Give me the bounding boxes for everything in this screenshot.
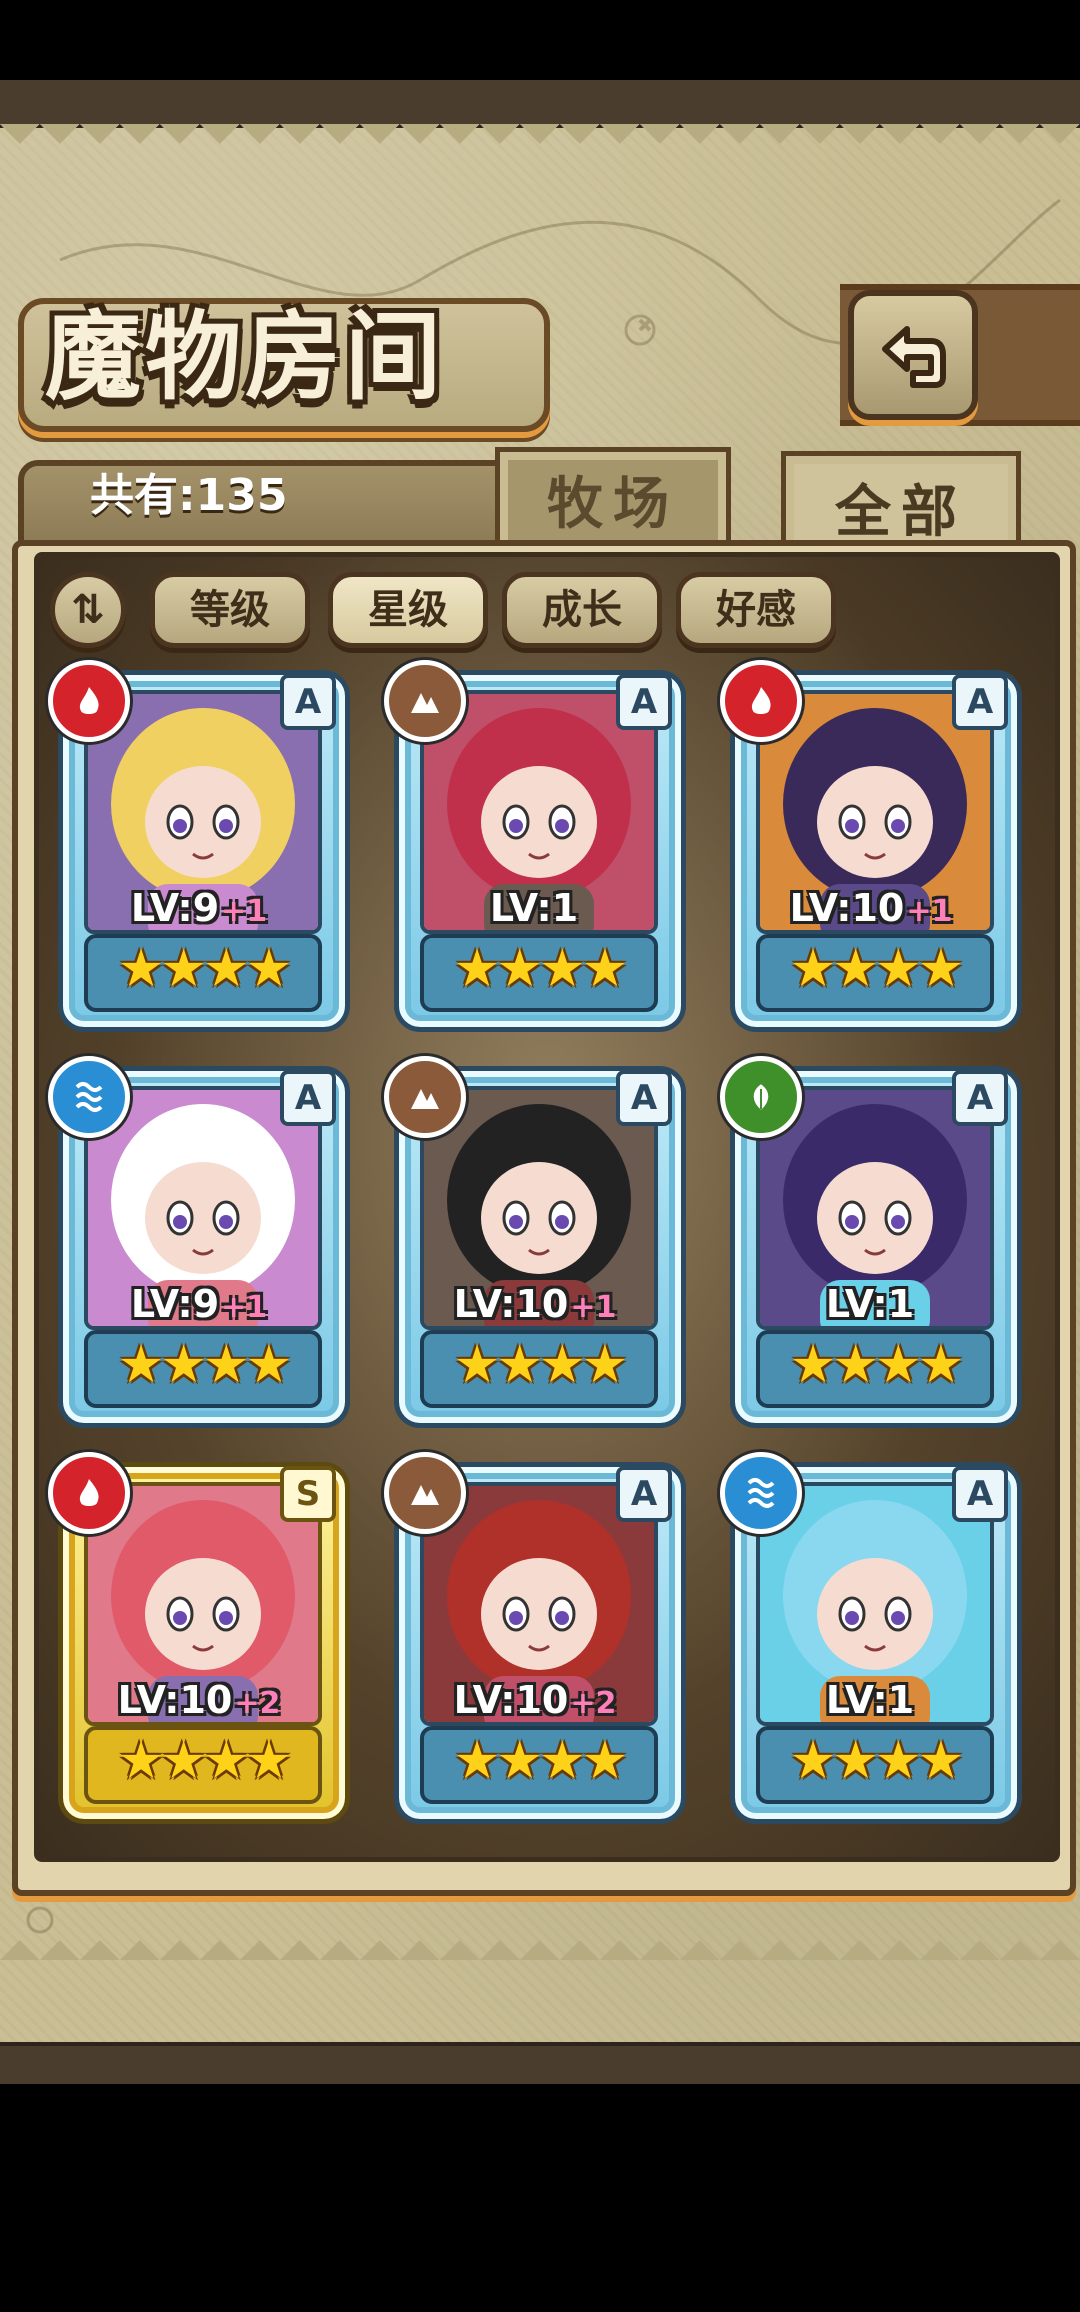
level-value: LV:1 — [825, 1678, 915, 1722]
monster-level: LV:1 — [756, 1282, 986, 1326]
level-value: LV:10 — [453, 1678, 569, 1722]
level-value: LV:1 — [489, 886, 579, 930]
monster-level: LV:1 — [420, 886, 650, 930]
level-value: LV:10 — [117, 1678, 233, 1722]
level-value: LV:1 — [825, 1282, 915, 1326]
monster-level: LV:9+1 — [84, 1282, 314, 1326]
earth-element-icon — [384, 1452, 466, 1534]
level-bonus: +1 — [221, 1290, 268, 1325]
monster-card[interactable]: A LV:9+1 ★★★★ — [48, 1056, 350, 1428]
back-button[interactable] — [848, 290, 978, 420]
star-rating: ★★★★ — [420, 1726, 658, 1804]
monster-card[interactable]: A LV:1 ★★★★ — [720, 1452, 1022, 1824]
wood-element-icon — [720, 1056, 802, 1138]
sort-order-toggle[interactable]: ⇅ — [50, 572, 126, 648]
rank-badge: S — [280, 1466, 336, 1522]
monster-level: LV:10+1 — [756, 886, 986, 930]
monster-card[interactable]: A LV:10+2 ★★★★ — [384, 1452, 686, 1824]
level-bonus: +2 — [234, 1686, 281, 1721]
fire-element-icon — [48, 660, 130, 742]
rank-badge: A — [616, 1070, 672, 1126]
star-rating: ★★★★ — [420, 1330, 658, 1408]
sort-growth-button[interactable]: 成长 — [502, 572, 662, 648]
level-bonus: +1 — [570, 1290, 617, 1325]
sort-affection-button[interactable]: 好感 — [676, 572, 836, 648]
monster-level: LV:10+1 — [420, 1282, 650, 1326]
sort-level-button[interactable]: 等级 — [150, 572, 310, 648]
rank-badge: A — [952, 674, 1008, 730]
star-rating: ★★★★ — [84, 934, 322, 1012]
level-value: LV:9 — [130, 1282, 220, 1326]
level-value: LV:10 — [789, 886, 905, 930]
water-element-icon — [48, 1056, 130, 1138]
rank-badge: A — [616, 674, 672, 730]
level-value: LV:9 — [130, 886, 220, 930]
map-bottom-border — [0, 2042, 1080, 2084]
earth-element-icon — [384, 660, 466, 742]
star-rating: ★★★★ — [756, 934, 994, 1012]
map-top-border — [0, 80, 1080, 128]
star-rating: ★★★★ — [84, 1726, 322, 1804]
monster-card[interactable]: A LV:10+1 ★★★★ — [384, 1056, 686, 1428]
rank-badge: A — [952, 1466, 1008, 1522]
back-arrow-icon — [882, 326, 946, 388]
monster-card[interactable]: A LV:1 ★★★★ — [720, 1056, 1022, 1428]
monster-card[interactable]: A LV:10+1 ★★★★ — [720, 660, 1022, 1032]
monster-level: LV:9+1 — [84, 886, 314, 930]
rank-badge: A — [616, 1466, 672, 1522]
monster-card[interactable]: A LV:9+1 ★★★★ — [48, 660, 350, 1032]
monster-count: 共有:135 — [90, 470, 288, 521]
map-zigzag-bottom — [0, 1920, 1080, 1960]
earth-element-icon — [384, 1056, 466, 1138]
star-rating: ★★★★ — [756, 1330, 994, 1408]
fire-element-icon — [720, 660, 802, 742]
rank-badge: A — [280, 674, 336, 730]
sort-star-button[interactable]: 星级 — [328, 572, 488, 648]
monster-card[interactable]: S LV:10+2 ★★★★ — [48, 1452, 350, 1824]
star-rating: ★★★★ — [84, 1330, 322, 1408]
rank-badge: A — [280, 1070, 336, 1126]
level-value: LV:10 — [453, 1282, 569, 1326]
monster-level: LV:10+2 — [420, 1678, 650, 1722]
fire-element-icon — [48, 1452, 130, 1534]
monster-card[interactable]: A LV:1 ★★★★ — [384, 660, 686, 1032]
star-rating: ★★★★ — [756, 1726, 994, 1804]
water-element-icon — [720, 1452, 802, 1534]
monster-level: LV:10+2 — [84, 1678, 314, 1722]
rank-badge: A — [952, 1070, 1008, 1126]
star-rating: ★★★★ — [420, 934, 658, 1012]
level-bonus: +1 — [906, 894, 953, 929]
monster-level: LV:1 — [756, 1678, 986, 1722]
level-bonus: +1 — [221, 894, 268, 929]
level-bonus: +2 — [570, 1686, 617, 1721]
page-title: 魔物房间 — [45, 300, 445, 413]
